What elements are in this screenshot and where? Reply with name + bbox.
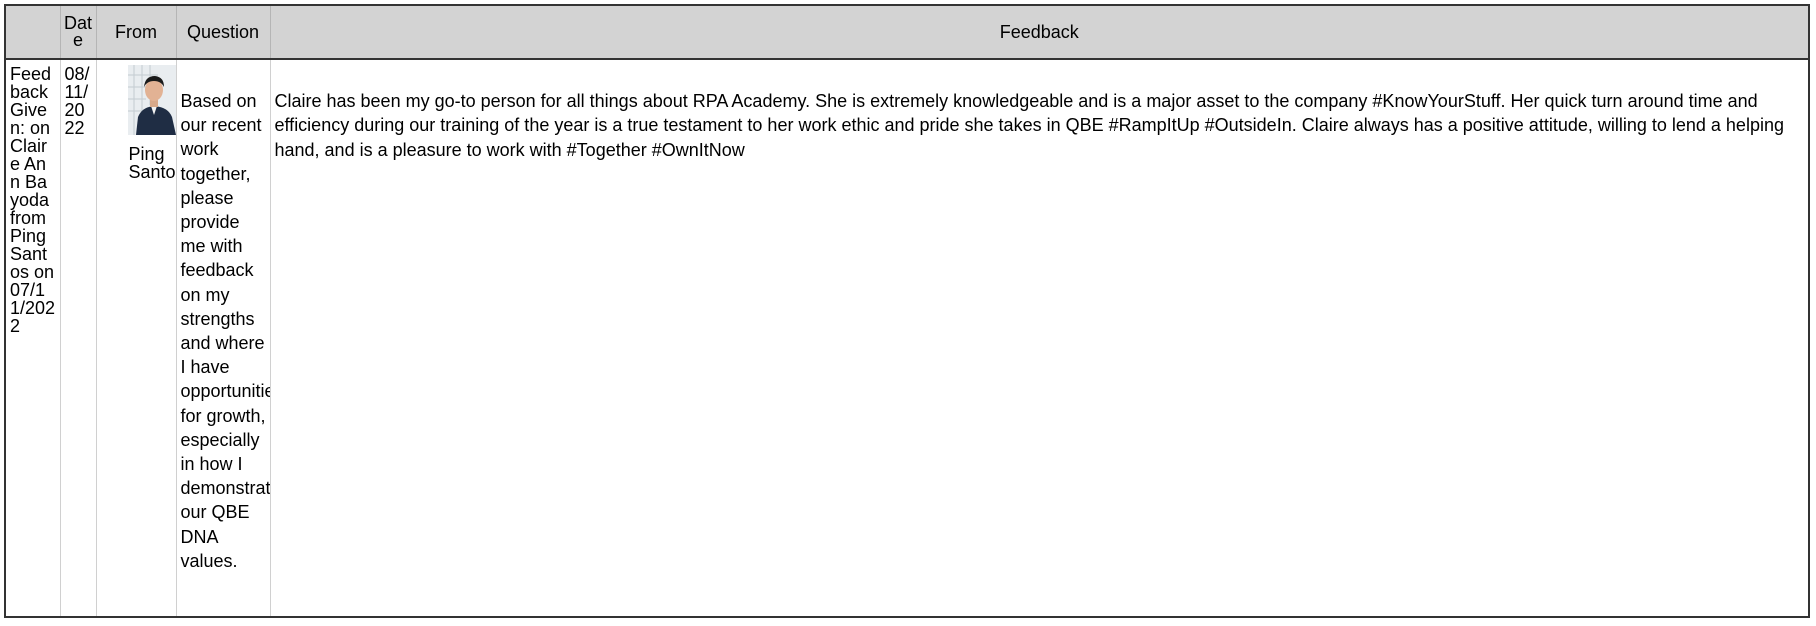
column-header-from: From: [96, 6, 177, 60]
column-header-question: Question: [176, 6, 271, 60]
date-cell: 08/11/2022: [60, 59, 97, 616]
column-header-topic: [6, 6, 61, 60]
feedback-table: Date From Question Feedback Feedback Giv…: [6, 6, 1808, 616]
from-cell: Ping Santos: [96, 59, 177, 616]
header-row: Date From Question Feedback: [6, 6, 1808, 60]
column-header-date: Date: [60, 6, 97, 60]
feedback-cell: Claire has been my go-to person for all …: [274, 91, 1784, 160]
avatar: [127, 65, 175, 135]
column-header-feedback: Feedback: [270, 6, 1808, 60]
feedback-table-frame: Date From Question Feedback Feedback Giv…: [4, 4, 1810, 618]
question-cell: Based on our recent work together, pleas…: [176, 59, 271, 616]
topic-cell: Feedback Given: on Claire Ann Bayoda fro…: [6, 59, 61, 616]
table-row: Feedback Given: on Claire Ann Bayoda fro…: [6, 59, 1808, 616]
from-name: Ping Santos: [128, 145, 176, 181]
